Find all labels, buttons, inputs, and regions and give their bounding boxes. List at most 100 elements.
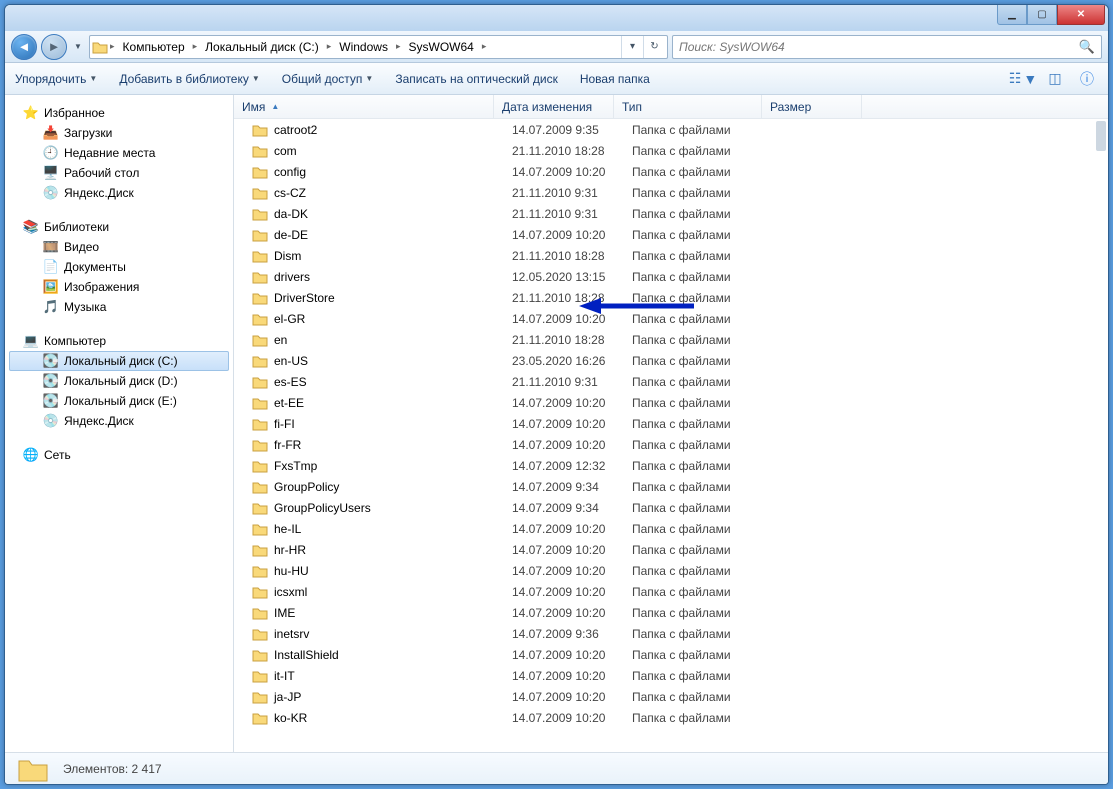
tree-downloads[interactable]: 📥Загрузки bbox=[9, 123, 229, 143]
file-row[interactable]: icsxml14.07.2009 10:20Папка с файлами bbox=[234, 581, 1108, 602]
file-row[interactable]: he-IL14.07.2009 10:20Папка с файлами bbox=[234, 518, 1108, 539]
file-row[interactable]: IME14.07.2009 10:20Папка с файлами bbox=[234, 602, 1108, 623]
file-row[interactable]: catroot214.07.2009 9:35Папка с файлами bbox=[234, 119, 1108, 140]
share-menu[interactable]: Общий доступ▼ bbox=[282, 72, 374, 86]
address-bar[interactable]: ▸ Компьютер ▸ Локальный диск (C:) ▸ Wind… bbox=[89, 35, 668, 59]
file-row[interactable]: FxsTmp14.07.2009 12:32Папка с файлами bbox=[234, 455, 1108, 476]
breadcrumb-segment[interactable]: Локальный диск (C:) bbox=[199, 36, 325, 58]
file-row[interactable]: cs-CZ21.11.2010 9:31Папка с файлами bbox=[234, 182, 1108, 203]
close-button[interactable]: ✕ bbox=[1057, 5, 1105, 25]
back-button[interactable]: ◄ bbox=[11, 34, 37, 60]
tree-images[interactable]: 🖼️ Изображения bbox=[9, 277, 229, 297]
tree-music[interactable]: 🎵Музыка bbox=[9, 297, 229, 317]
file-row[interactable]: hu-HU14.07.2009 10:20Папка с файлами bbox=[234, 560, 1108, 581]
tree-drive-c[interactable]: 💽Локальный диск (C:) bbox=[9, 351, 229, 371]
view-options-button[interactable]: ☷▼ bbox=[1012, 69, 1034, 89]
chevron-right-icon[interactable]: ▸ bbox=[191, 41, 200, 52]
help-button[interactable]: ⓘ bbox=[1076, 69, 1098, 89]
file-row[interactable]: config14.07.2009 10:20Папка с файлами bbox=[234, 161, 1108, 182]
forward-button[interactable]: ► bbox=[41, 34, 67, 60]
file-row[interactable]: GroupPolicyUsers14.07.2009 9:34Папка с ф… bbox=[234, 497, 1108, 518]
tree-drive-d[interactable]: 💽Локальный диск (D:) bbox=[9, 371, 229, 391]
burn-button[interactable]: Записать на оптический диск bbox=[395, 72, 558, 86]
tree-libraries[interactable]: 📚Библиотеки bbox=[9, 217, 229, 237]
content-area: ⭐Избранное 📥Загрузки 🕘Недавние места 🖥️Р… bbox=[5, 95, 1108, 752]
folder-icon bbox=[252, 459, 268, 473]
tree-yadisk[interactable]: 💿Яндекс.Диск bbox=[9, 183, 229, 203]
new-folder-button[interactable]: Новая папка bbox=[580, 72, 650, 86]
file-row[interactable]: es-ES21.11.2010 9:31Папка с файлами bbox=[234, 371, 1108, 392]
chevron-right-icon[interactable]: ▸ bbox=[394, 41, 403, 52]
network-icon: 🌐 bbox=[23, 447, 39, 463]
file-row[interactable]: GroupPolicy14.07.2009 9:34Папка с файлам… bbox=[234, 476, 1108, 497]
tree-recent[interactable]: 🕘Недавние места bbox=[9, 143, 229, 163]
tree-yadisk2[interactable]: 💿Яндекс.Диск bbox=[9, 411, 229, 431]
tree-computer[interactable]: 💻Компьютер bbox=[9, 331, 229, 351]
file-type: Папка с файлами bbox=[624, 270, 772, 284]
tree-network[interactable]: 🌐Сеть bbox=[9, 445, 229, 465]
history-dropdown[interactable]: ▼ bbox=[71, 37, 85, 57]
refresh-button[interactable]: ↻ bbox=[643, 36, 665, 58]
file-row[interactable]: en-US23.05.2020 16:26Папка с файлами bbox=[234, 350, 1108, 371]
breadcrumb-segment[interactable]: SysWOW64 bbox=[402, 36, 479, 58]
toolbar: Упорядочить▼ Добавить в библиотеку▼ Общи… bbox=[5, 63, 1108, 95]
file-row[interactable]: et-EE14.07.2009 10:20Папка с файлами bbox=[234, 392, 1108, 413]
file-row[interactable]: Dism21.11.2010 18:28Папка с файлами bbox=[234, 245, 1108, 266]
file-row[interactable]: it-IT14.07.2009 10:20Папка с файлами bbox=[234, 665, 1108, 686]
tree-desktop[interactable]: 🖥️Рабочий стол bbox=[9, 163, 229, 183]
breadcrumb-segment[interactable]: Windows bbox=[333, 36, 394, 58]
file-date: 14.07.2009 10:20 bbox=[504, 228, 624, 242]
yadisk-icon: 💿 bbox=[43, 185, 59, 201]
file-date: 14.07.2009 10:20 bbox=[504, 396, 624, 410]
file-row[interactable]: en21.11.2010 18:28Папка с файлами bbox=[234, 329, 1108, 350]
tree-video[interactable]: 🎞️Видео bbox=[9, 237, 229, 257]
chevron-right-icon[interactable]: ▸ bbox=[108, 41, 117, 52]
file-row[interactable]: fr-FR14.07.2009 10:20Папка с файлами bbox=[234, 434, 1108, 455]
label: Изображения bbox=[64, 280, 139, 294]
search-input[interactable] bbox=[679, 40, 1079, 54]
chevron-right-icon[interactable]: ▸ bbox=[325, 41, 334, 52]
tree-docs[interactable]: 📄Документы bbox=[9, 257, 229, 277]
file-row[interactable]: da-DK21.11.2010 9:31Папка с файлами bbox=[234, 203, 1108, 224]
col-date[interactable]: Дата изменения bbox=[494, 95, 614, 118]
file-row[interactable]: InstallShield14.07.2009 10:20Папка с фай… bbox=[234, 644, 1108, 665]
file-name: hr-HR bbox=[274, 543, 306, 557]
file-type: Папка с файлами bbox=[624, 522, 772, 536]
file-row[interactable]: ja-JP14.07.2009 10:20Папка с файлами bbox=[234, 686, 1108, 707]
preview-pane-button[interactable]: ◫ bbox=[1044, 69, 1066, 89]
col-type[interactable]: Тип bbox=[614, 95, 762, 118]
statusbar: Элементов: 2 417 bbox=[5, 752, 1108, 784]
scrollbar[interactable] bbox=[1096, 121, 1106, 151]
file-row[interactable]: inetsrv14.07.2009 9:36Папка с файлами bbox=[234, 623, 1108, 644]
file-date: 21.11.2010 9:31 bbox=[504, 186, 624, 200]
file-type: Папка с файлами bbox=[624, 669, 772, 683]
col-name[interactable]: Имя▲ bbox=[234, 95, 494, 118]
col-size[interactable]: Размер bbox=[762, 95, 862, 118]
file-date: 14.07.2009 12:32 bbox=[504, 459, 624, 473]
file-row[interactable]: ko-KR14.07.2009 10:20Папка с файлами bbox=[234, 707, 1108, 728]
file-list[interactable]: catroot214.07.2009 9:35Папка с файламиco… bbox=[234, 119, 1108, 752]
minimize-button[interactable]: ▁ bbox=[997, 5, 1027, 25]
file-name: da-DK bbox=[274, 207, 308, 221]
folder-icon bbox=[252, 123, 268, 137]
addlib-label: Добавить в библиотеку bbox=[119, 72, 249, 86]
tree-favorites[interactable]: ⭐Избранное bbox=[9, 103, 229, 123]
maximize-button[interactable]: ▢ bbox=[1027, 5, 1057, 25]
organize-menu[interactable]: Упорядочить▼ bbox=[15, 72, 97, 86]
image-icon: 🖼️ bbox=[43, 279, 59, 295]
label: Яндекс.Диск bbox=[64, 414, 134, 428]
breadcrumb-segment[interactable]: Компьютер bbox=[117, 36, 191, 58]
file-type: Папка с файлами bbox=[624, 438, 772, 452]
add-to-library-menu[interactable]: Добавить в библиотеку▼ bbox=[119, 72, 259, 86]
file-row[interactable]: DriverStore21.11.2010 18:28Папка с файла… bbox=[234, 287, 1108, 308]
file-row[interactable]: el-GR14.07.2009 10:20Папка с файлами bbox=[234, 308, 1108, 329]
file-row[interactable]: de-DE14.07.2009 10:20Папка с файлами bbox=[234, 224, 1108, 245]
chevron-right-icon[interactable]: ▸ bbox=[480, 41, 489, 52]
search-box[interactable]: 🔍 bbox=[672, 35, 1102, 59]
file-row[interactable]: hr-HR14.07.2009 10:20Папка с файлами bbox=[234, 539, 1108, 560]
tree-drive-e[interactable]: 💽Локальный диск (E:) bbox=[9, 391, 229, 411]
address-dropdown[interactable]: ▾ bbox=[621, 36, 643, 58]
file-row[interactable]: fi-FI14.07.2009 10:20Папка с файлами bbox=[234, 413, 1108, 434]
file-row[interactable]: com21.11.2010 18:28Папка с файлами bbox=[234, 140, 1108, 161]
file-row[interactable]: drivers12.05.2020 13:15Папка с файлами bbox=[234, 266, 1108, 287]
